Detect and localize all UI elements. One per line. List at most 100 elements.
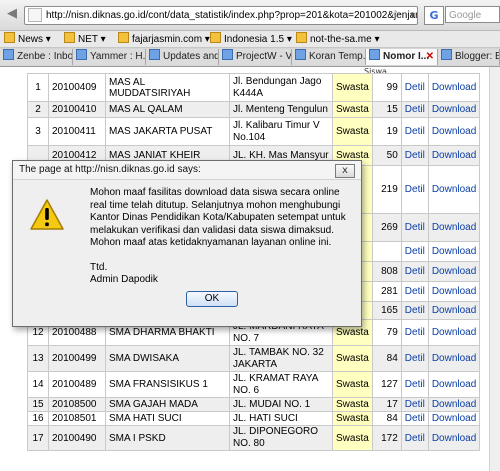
detail-link[interactable]: Detil: [400, 345, 429, 372]
dialog-title: The page at http://nisn.diknas.go.id say…: [13, 161, 361, 180]
url-input[interactable]: http://nisn.diknas.go.id/cont/data_stati…: [24, 6, 418, 25]
download-link[interactable]: Download: [427, 145, 481, 166]
student-count-cell: 99: [371, 73, 402, 102]
detail-link[interactable]: Detil: [400, 425, 429, 451]
row-number: 15: [27, 397, 49, 412]
download-link[interactable]: Download: [427, 101, 481, 118]
download-link[interactable]: Download: [427, 261, 481, 282]
student-count-cell: 15: [371, 101, 402, 118]
download-link[interactable]: Download: [427, 301, 481, 320]
detail-link[interactable]: Detil: [400, 397, 429, 412]
search-engine-icon[interactable]: G: [424, 6, 444, 25]
student-count-cell: 172: [371, 425, 402, 451]
table-row: 1 20100409 MAS AL MUDDATSIRIYAH Jl. Bendung…: [27, 73, 481, 102]
status-cell: Swasta: [332, 101, 373, 118]
row-number: 16: [27, 411, 49, 426]
dialog-message: Mohon maaf fasilitas download data siswa…: [90, 187, 346, 248]
npsn-cell: 20100489: [48, 371, 106, 398]
school-name-cell: SMA GAJAH MADA: [105, 397, 230, 412]
tab-favicon-icon: [441, 49, 452, 60]
tab-updates[interactable]: Updates and...: [146, 49, 219, 65]
detail-link[interactable]: Detil: [400, 261, 429, 282]
row-number: 17: [27, 425, 49, 451]
table-row: 13 20100499 SMA DWISAKA JL. TAMBAK NO. 32 J…: [27, 345, 481, 372]
bookmark-indonesia[interactable]: Indonesia 1.5 ▾: [210, 32, 292, 46]
folder-icon: [4, 32, 15, 43]
detail-link[interactable]: Detil: [400, 117, 429, 146]
detail-link[interactable]: Detil: [400, 145, 429, 166]
folder-icon: [118, 32, 129, 43]
detail-link[interactable]: Detil: [400, 411, 429, 426]
vertical-scrollbar[interactable]: [489, 67, 500, 471]
alert-dialog: The page at http://nisn.diknas.go.id say…: [12, 160, 362, 327]
url-dropdown-icon[interactable]: ▾: [410, 7, 415, 24]
bookmark-star-icon[interactable]: ☆: [392, 7, 401, 24]
student-count-cell: 50: [371, 145, 402, 166]
ok-button[interactable]: OK: [186, 291, 238, 307]
student-count-cell: [371, 241, 402, 262]
close-tab-icon[interactable]: ✕: [426, 49, 434, 65]
download-link[interactable]: Download: [427, 213, 481, 242]
student-count-cell: 79: [371, 319, 402, 346]
tab-favicon-icon: [222, 49, 233, 60]
dialog-close-button[interactable]: x: [335, 164, 355, 178]
student-count-cell: 269: [371, 213, 402, 242]
tab-favicon-icon: [149, 49, 160, 60]
detail-link[interactable]: Detil: [400, 101, 429, 118]
tab-zenbe[interactable]: Zenbe : Inbo...: [0, 49, 73, 65]
school-name-cell: SMA HATI SUCI: [105, 411, 230, 426]
detail-link[interactable]: Detil: [400, 319, 429, 346]
student-count-cell: 808: [371, 261, 402, 282]
address-cell: JL. DIPONEGORO NO. 80: [229, 425, 333, 451]
bookmark-news[interactable]: News ▾: [4, 32, 51, 46]
school-name-cell: MAS AL MUDDATSIRIYAH: [105, 73, 230, 102]
status-cell: Swasta: [332, 425, 373, 451]
download-link[interactable]: Download: [427, 241, 481, 262]
address-cell: Jl. Bendungan Jago K444A: [229, 73, 333, 102]
download-link[interactable]: Download: [427, 117, 481, 146]
table-row: 3 20100411 MAS JAKARTA PUSAT Jl. Kalibaru T…: [27, 117, 481, 146]
download-link[interactable]: Download: [427, 425, 481, 451]
npsn-cell: 20108500: [48, 397, 106, 412]
npsn-cell: 20100499: [48, 345, 106, 372]
detail-link[interactable]: Detil: [400, 301, 429, 320]
student-count-cell: 17: [371, 397, 402, 412]
npsn-cell: 20100490: [48, 425, 106, 451]
tab-strip: Zenbe : Inbo... Yammer : H... Updates an…: [0, 48, 500, 67]
status-cell: Swasta: [332, 371, 373, 398]
tab-koran[interactable]: Koran Temp...: [292, 49, 366, 65]
bookmark-not-the-sa-me[interactable]: not-the-sa.me ▾: [296, 32, 380, 46]
status-cell: Swasta: [332, 117, 373, 146]
search-input[interactable]: Google: [445, 6, 500, 23]
tab-blogger[interactable]: Blogger: B: [438, 49, 500, 65]
download-link[interactable]: Download: [427, 281, 481, 302]
row-number: 14: [27, 371, 49, 398]
download-link[interactable]: Download: [427, 371, 481, 398]
detail-link[interactable]: Detil: [400, 165, 429, 214]
download-link[interactable]: Download: [427, 345, 481, 372]
row-number: 1: [27, 73, 49, 102]
table-row: 17 20100490 SMA I PSKD JL. DIPONEGORO NO. 8…: [27, 425, 481, 451]
folder-icon: [64, 32, 75, 43]
download-link[interactable]: Download: [427, 165, 481, 214]
detail-link[interactable]: Detil: [400, 281, 429, 302]
detail-link[interactable]: Detil: [400, 241, 429, 262]
detail-link[interactable]: Detil: [400, 73, 429, 102]
dialog-message-block: Mohon maaf fasilitas download data siswa…: [90, 187, 350, 287]
bookmark-fajarjasmin[interactable]: fajarjasmin.com ▾: [118, 32, 210, 46]
tab-yammer[interactable]: Yammer : H...: [73, 49, 146, 65]
detail-link[interactable]: Detil: [400, 371, 429, 398]
tab-favicon-icon: [3, 49, 14, 60]
tab-projectw[interactable]: ProjectW - V...: [219, 49, 292, 65]
back-icon[interactable]: ◀: [4, 6, 20, 22]
tab-favicon-icon: [295, 49, 306, 60]
folder-icon: [210, 32, 221, 43]
download-link[interactable]: Download: [427, 411, 481, 426]
tab-nomor-active[interactable]: Nomor I... ✕: [366, 49, 438, 65]
address-cell: JL. TAMBAK NO. 32 JAKARTA: [229, 345, 333, 372]
download-link[interactable]: Download: [427, 397, 481, 412]
download-link[interactable]: Download: [427, 73, 481, 102]
bookmark-net[interactable]: NET ▾: [64, 32, 106, 46]
download-link[interactable]: Download: [427, 319, 481, 346]
detail-link[interactable]: Detil: [400, 213, 429, 242]
